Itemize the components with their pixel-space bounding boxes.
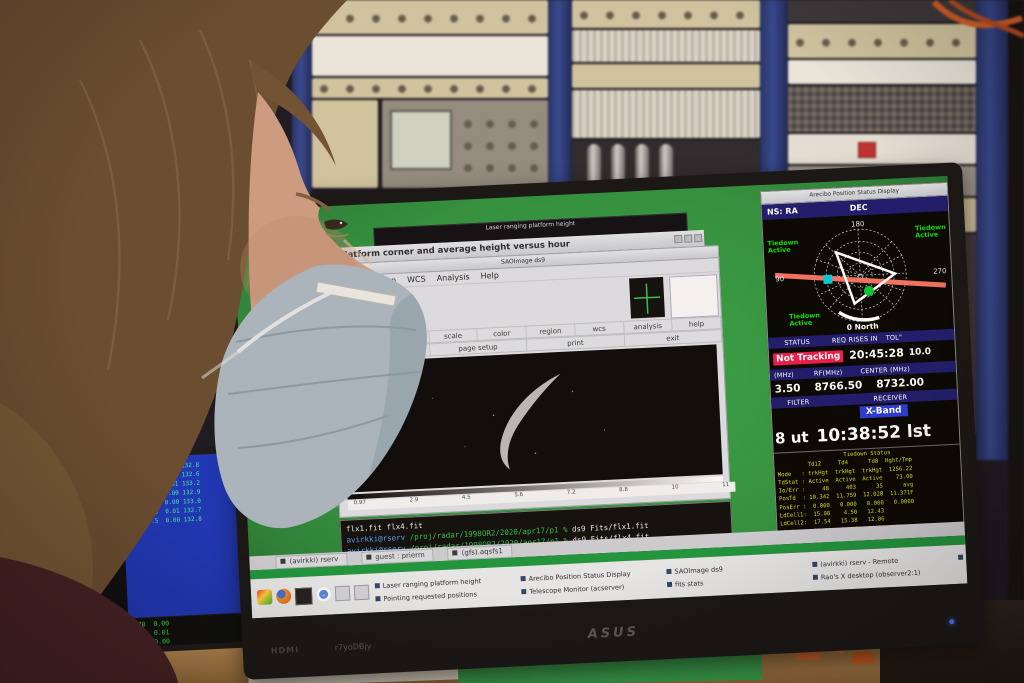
- eye-highlight: [340, 222, 342, 224]
- photo-scene: 184 42.6 0.00 132.8186 42.1 0.00 132.618…: [0, 0, 1024, 683]
- eye: [324, 220, 348, 230]
- person: [0, 0, 1024, 683]
